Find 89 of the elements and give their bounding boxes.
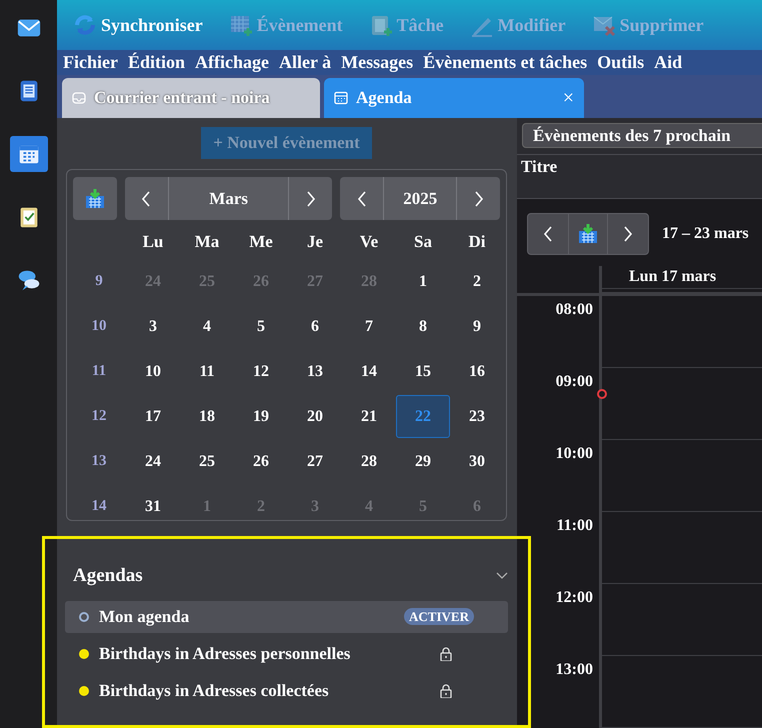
time-label: 13:00 <box>556 661 593 678</box>
day-cell[interactable]: 21 <box>342 395 396 438</box>
day-cell[interactable]: 31 <box>126 485 180 528</box>
menu-item[interactable]: Fichier <box>63 50 118 75</box>
menu-item[interactable]: Aid <box>654 50 682 75</box>
weekday-label: Sa <box>413 231 433 254</box>
tab-label: Courrier entrant - noira <box>94 87 271 110</box>
day-cell[interactable]: 9 <box>450 305 504 348</box>
day-cell[interactable]: 27 <box>288 440 342 483</box>
enable-button[interactable]: ACTIVER <box>404 608 474 625</box>
chevron-left-icon <box>543 226 553 242</box>
chevron-right-icon <box>306 190 316 206</box>
day-cell[interactable]: 2 <box>450 260 504 303</box>
day-cell[interactable]: 11 <box>180 350 234 393</box>
menu-item[interactable]: Aller à <box>279 50 332 75</box>
weekday-label: Ma <box>194 231 220 254</box>
day-cell[interactable]: 13 <box>288 350 342 393</box>
chevron-right-icon <box>474 190 484 206</box>
calendar-row[interactable]: Birthdays in Adresses collectées <box>65 674 508 706</box>
day-cell[interactable]: 5 <box>234 305 288 348</box>
day-cell[interactable]: 26 <box>234 440 288 483</box>
day-cell[interactable]: 30 <box>450 440 504 483</box>
day-cell[interactable]: 16 <box>450 350 504 393</box>
chevron-left-icon <box>356 190 367 206</box>
weekday-label: Ve <box>358 231 380 254</box>
chevron-left-icon <box>141 190 152 206</box>
day-cell[interactable]: 18 <box>180 395 234 438</box>
time-label: 08:00 <box>556 301 593 318</box>
day-cell[interactable]: 3 <box>126 305 180 348</box>
day-cell[interactable]: 28 <box>342 440 396 483</box>
week-number: 9 <box>94 272 104 292</box>
year-label: 2025 <box>402 188 438 210</box>
filter-dropdown[interactable]: Évènements des 7 prochain <box>522 123 762 148</box>
menu-item[interactable]: Outils <box>597 50 644 75</box>
menu-item[interactable]: Messages <box>341 50 414 75</box>
calendar-row[interactable]: Birthdays in Adresses personnelles <box>65 638 508 670</box>
today-button[interactable] <box>568 214 608 254</box>
calendar-download-icon <box>578 224 598 244</box>
calendar-name: Birthdays in Adresses collectées <box>99 680 329 702</box>
week-number: 10 <box>90 317 108 336</box>
day-cell[interactable]: 15 <box>396 350 450 393</box>
day-cell[interactable]: 17 <box>126 395 180 438</box>
day-cell[interactable]: 20 <box>288 395 342 438</box>
calendar-name: Mon agenda <box>99 606 190 628</box>
week-number: 14 <box>90 497 108 516</box>
week-number: 13 <box>90 452 108 472</box>
week-range: 17 – 23 mars <box>662 224 749 244</box>
tab-label: Agenda <box>356 87 413 110</box>
week-number: 11 <box>90 362 108 382</box>
weekday-label: Me <box>248 231 274 254</box>
day-cell[interactable]: 12 <box>234 350 288 393</box>
day-cell[interactable]: 8 <box>396 305 450 348</box>
day-cell[interactable]: 14 <box>342 350 396 393</box>
today-button[interactable] <box>73 177 117 220</box>
day-cell[interactable]: 23 <box>450 395 504 438</box>
day-cell[interactable]: 25 <box>180 440 234 483</box>
weekday-label: Lu <box>142 231 164 254</box>
day-cell[interactable]: 7 <box>342 305 396 348</box>
calendar-name: Birthdays in Adresses personnelles <box>99 642 350 665</box>
weekday-label: Di <box>468 231 486 254</box>
day-cell[interactable]: 4 <box>180 305 234 348</box>
day-header[interactable]: Lun 17 mars <box>602 266 762 290</box>
menu-item[interactable]: Évènements et tâches <box>423 50 588 75</box>
time-label: 09:00 <box>556 373 593 390</box>
time-label: 10:00 <box>556 445 593 462</box>
day-cell[interactable]: 1 <box>396 260 450 303</box>
weekday-label: Je <box>306 231 324 254</box>
calendar-download-icon <box>84 188 105 208</box>
calendar-plus-icon <box>228 13 253 37</box>
day-cell[interactable]: 19 <box>234 395 288 438</box>
chevron-right-icon <box>623 226 633 242</box>
time-label: 11:00 <box>556 517 593 534</box>
inbox-icon <box>72 91 86 105</box>
month-label: Mars <box>208 188 249 210</box>
week-number: 12 <box>90 407 108 426</box>
time-label: 12:00 <box>556 589 593 606</box>
calendar-icon <box>334 91 348 105</box>
section-title: Agendas <box>73 564 143 588</box>
day-cell[interactable]: 10 <box>126 350 180 393</box>
day-cell[interactable]: 6 <box>288 305 342 348</box>
menu-item[interactable]: Édition <box>128 50 186 75</box>
chevron-down-icon[interactable] <box>496 572 508 580</box>
current-time-marker <box>597 389 607 399</box>
toolbar-button[interactable]: Synchroniser <box>73 12 203 38</box>
day-cell[interactable]: 29 <box>396 440 450 483</box>
menu-item[interactable]: Affichage <box>195 50 269 75</box>
calendar-row[interactable]: Mon agenda ACTIVER <box>65 600 508 632</box>
day-cell[interactable]: 24 <box>126 440 180 483</box>
sync-arrows-icon <box>73 13 97 37</box>
